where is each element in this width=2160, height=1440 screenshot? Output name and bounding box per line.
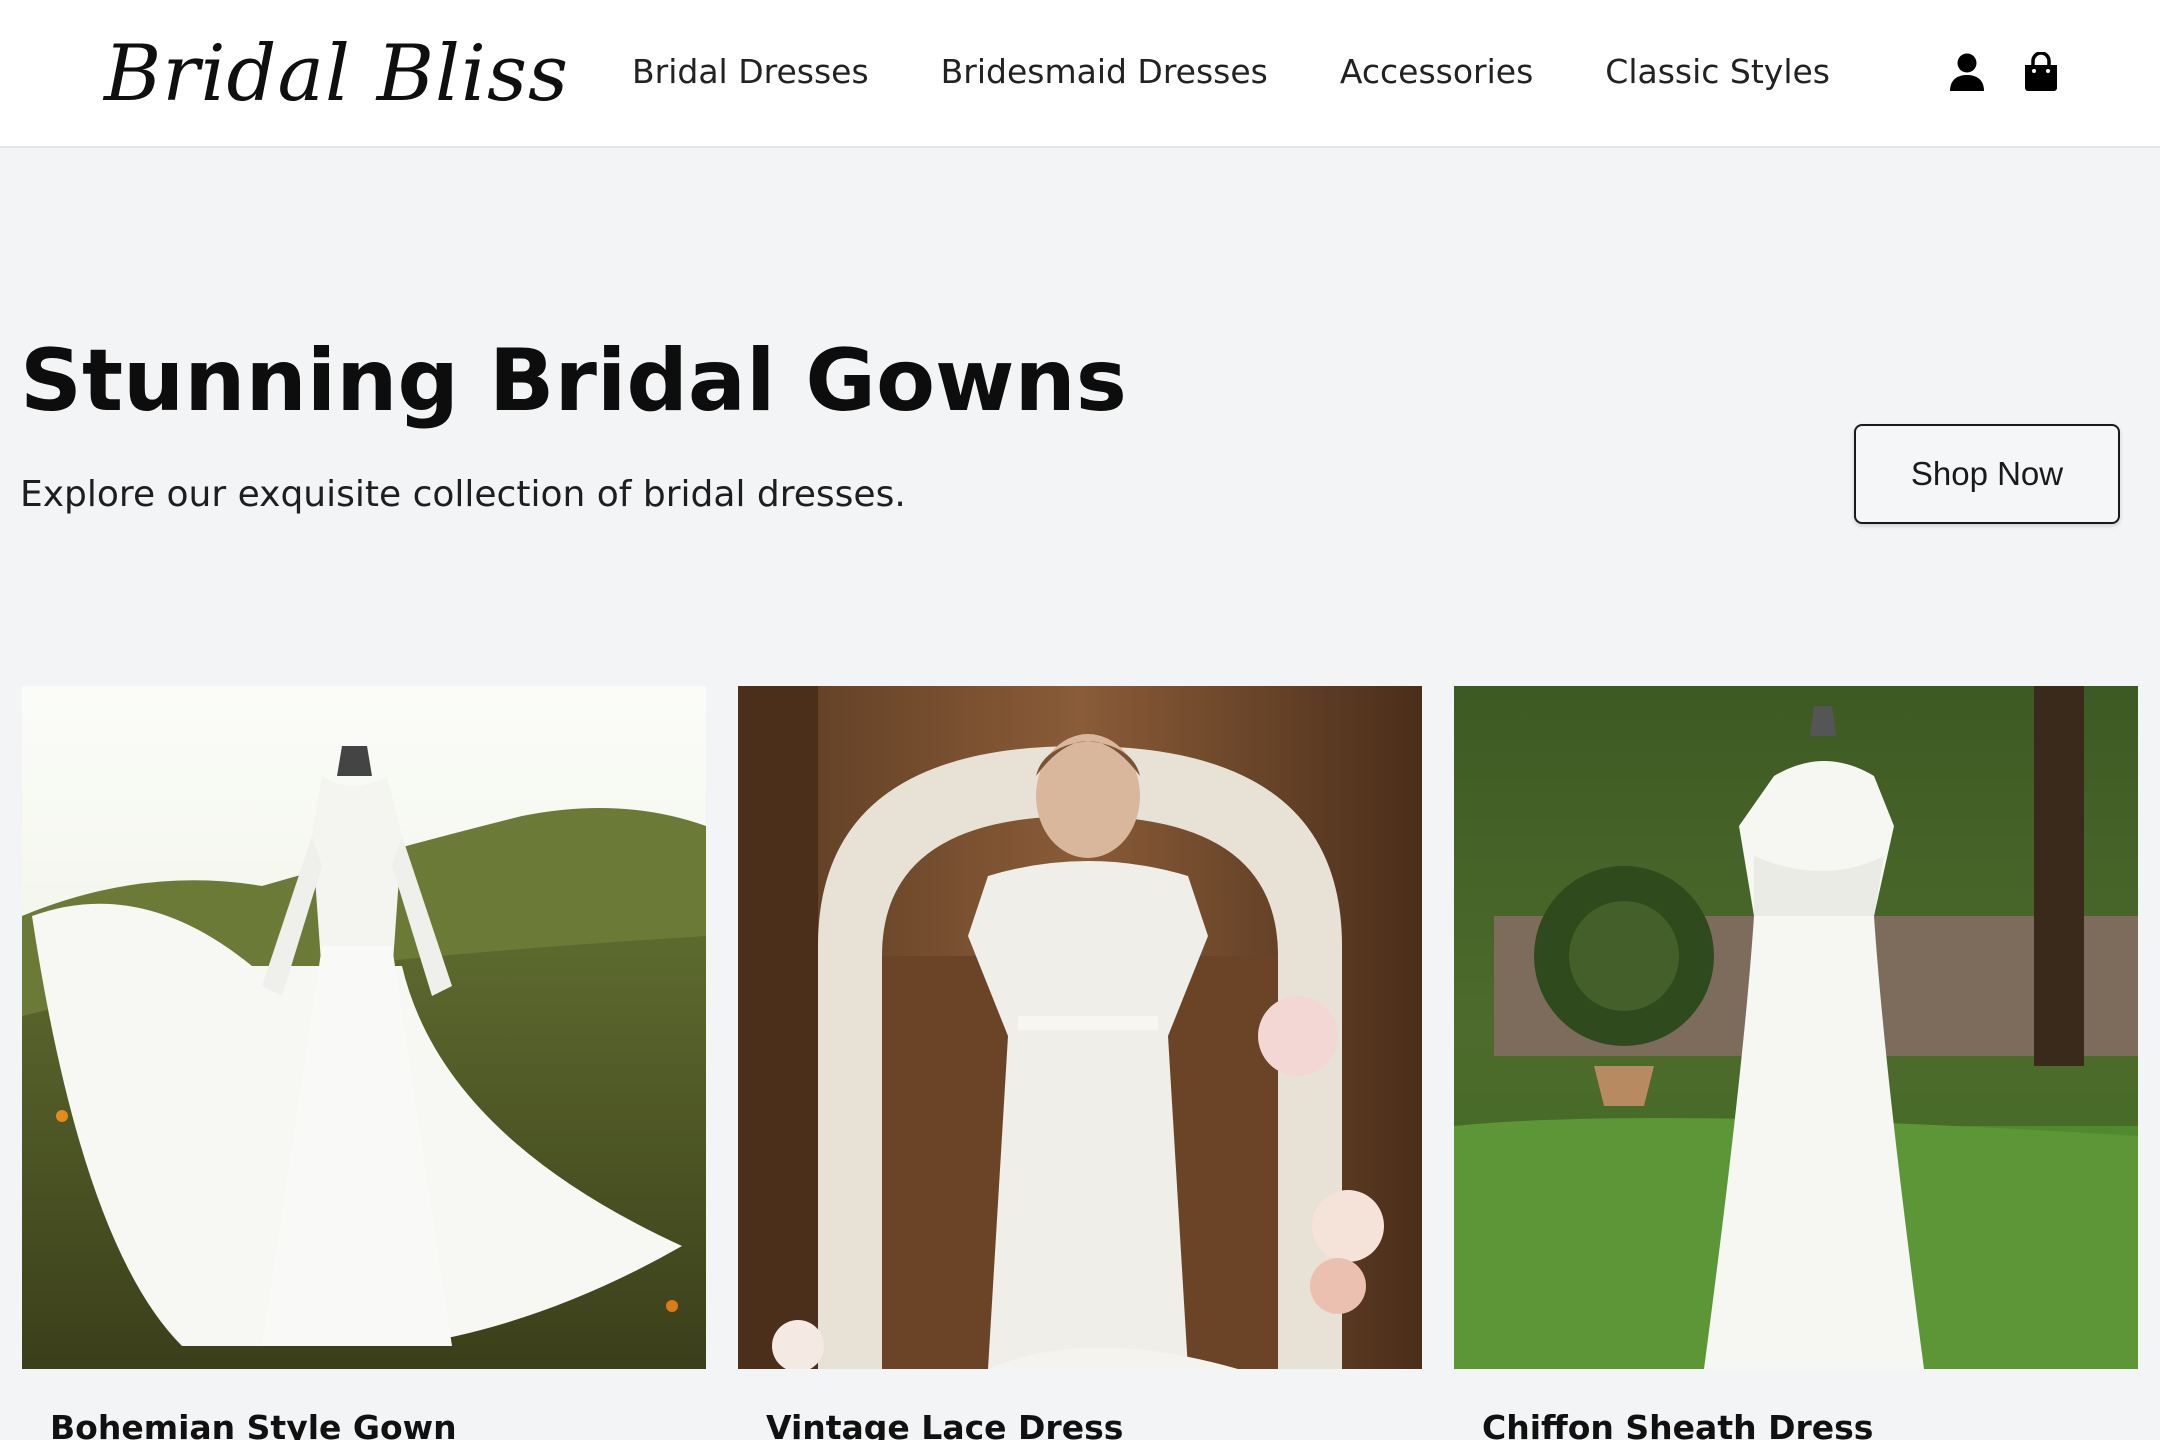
hero-subtitle: Explore our exquisite collection of brid…: [20, 474, 906, 515]
nav-item-accessories[interactable]: Accessories: [1340, 46, 1533, 98]
product-image-chiffon-sheath-dress[interactable]: [1454, 686, 2138, 1369]
shop-now-button[interactable]: Shop Now: [1854, 424, 2120, 524]
product-name[interactable]: Vintage Lace Dress: [766, 1406, 1123, 1440]
product-image-bohemian-gown[interactable]: [22, 686, 706, 1369]
header-icons: [1948, 52, 2060, 92]
product-photo: [1454, 686, 2138, 1369]
nav-item-bridal-dresses[interactable]: Bridal Dresses: [632, 46, 869, 98]
shopping-bag-icon[interactable]: [2022, 52, 2060, 92]
nav-item-classic-styles[interactable]: Classic Styles: [1605, 46, 1830, 98]
product-card[interactable]: Bohemian Style Gown: [22, 686, 706, 1440]
product-card[interactable]: Chiffon Sheath Dress: [1454, 686, 2138, 1440]
product-name[interactable]: Chiffon Sheath Dress: [1482, 1406, 1873, 1440]
product-photo: [738, 686, 1422, 1369]
hero-title: Stunning Bridal Gowns: [20, 331, 1127, 431]
product-name[interactable]: Bohemian Style Gown: [50, 1406, 457, 1440]
nav-item-bridesmaid-dresses[interactable]: Bridesmaid Dresses: [941, 46, 1268, 98]
site-header: Bridal Bliss Bridal Dresses Bridesmaid D…: [0, 0, 2160, 148]
product-image-vintage-lace-dress[interactable]: [738, 686, 1422, 1369]
main-nav: Bridal Dresses Bridesmaid Dresses Access…: [632, 46, 1830, 98]
product-photo: [22, 686, 706, 1369]
user-icon[interactable]: [1948, 52, 1986, 92]
product-card[interactable]: Vintage Lace Dress: [738, 686, 1422, 1440]
brand-logo[interactable]: Bridal Bliss: [104, 24, 569, 124]
